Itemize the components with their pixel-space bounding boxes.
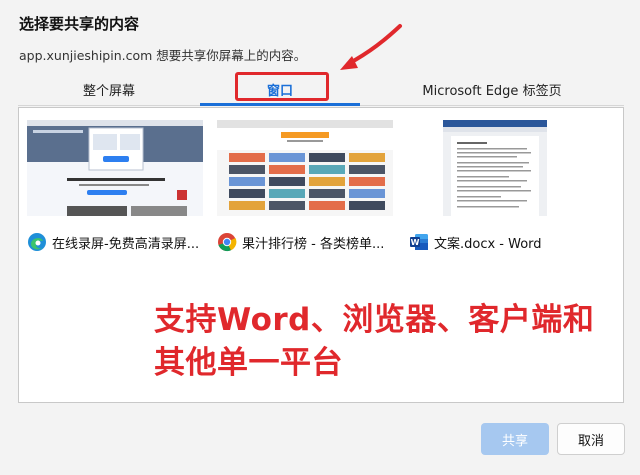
tab-entire-screen[interactable]: 整个屏幕	[18, 73, 200, 105]
tab-label: Microsoft Edge 标签页	[422, 83, 562, 99]
svg-text:W: W	[411, 238, 420, 247]
window-thumbnail	[409, 120, 585, 216]
word-icon: W	[410, 234, 428, 250]
tab-label: 整个屏幕	[82, 83, 135, 99]
window-thumbnail	[217, 120, 393, 216]
annotation-line: 其他单一平台	[154, 345, 343, 381]
edge-icon	[28, 233, 46, 251]
tab-edge-tabs[interactable]: Microsoft Edge 标签页	[360, 73, 624, 105]
window-item-word[interactable]: W 文案.docx - Word	[409, 120, 587, 252]
window-item-recorder[interactable]: 在线录屏-免费高清录屏...	[27, 120, 205, 252]
dialog-subtitle: app.xunjieshipin.com 想要共享你屏幕上的内容。	[19, 48, 307, 63]
dialog-title: 选择要共享的内容	[19, 15, 140, 33]
window-title: 在线录屏-免费高清录屏...	[27, 232, 205, 252]
window-title: W 文案.docx - Word	[409, 232, 587, 252]
window-title-text: 在线录屏-免费高清录屏...	[52, 236, 200, 252]
share-button[interactable]: 共享	[481, 423, 549, 455]
window-title: 果汁排行榜 - 各类榜单...	[217, 232, 395, 252]
annotation-arrow-icon	[340, 24, 402, 70]
chrome-icon	[218, 233, 237, 252]
cancel-button[interactable]: 取消	[557, 423, 625, 455]
annotation-text: 支持Word、浏览器、客户端和 其他单一平台	[154, 299, 594, 385]
window-title-text: 果汁排行榜 - 各类榜单...	[242, 236, 385, 252]
window-item-ranking[interactable]: 果汁排行榜 - 各类榜单...	[217, 120, 395, 252]
annotation-line: 支持Word、浏览器、客户端和	[154, 302, 595, 338]
annotation-highlight-box	[235, 72, 329, 101]
window-title-text: 文案.docx - Word	[434, 236, 542, 252]
window-thumbnail	[27, 120, 203, 216]
